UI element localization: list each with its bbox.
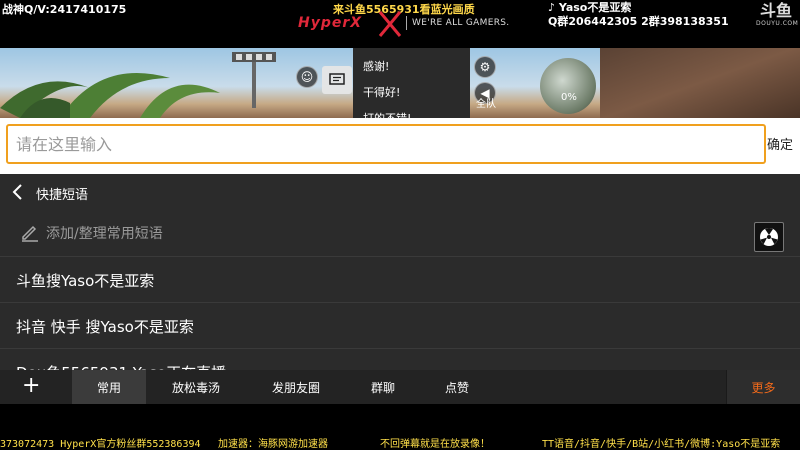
emoji-wheel-icon[interactable]: ☺	[296, 66, 318, 88]
confirm-button[interactable]: 确定	[767, 134, 793, 153]
ticker-item: 不回弹幕就是在放录像！	[380, 439, 490, 450]
message-input[interactable]	[6, 124, 766, 164]
popup-item-thanks[interactable]: 感谢!	[363, 58, 389, 74]
phrase-item[interactable]: 抖音 快手 搜Yaso不是亚索	[0, 302, 800, 348]
panel-title: 快捷短语	[36, 188, 89, 203]
tab-like[interactable]: 点赞	[430, 370, 484, 404]
phrase-category-tabs: + 常用 放松毒汤 发朋友圈 群聊 点赞 更多	[0, 370, 800, 404]
tiktok-icon: ♪	[548, 1, 556, 14]
popup-item-well-done[interactable]: 干得好!	[363, 84, 400, 100]
settings-icon[interactable]: ⚙	[474, 56, 496, 78]
message-input-bar: 确定	[0, 118, 800, 174]
qq-group-text: Q群206442305 2群398138351	[548, 15, 729, 28]
streamer-social-info: ♪ Yaso不是亚索 Q群206442305 2群398138351	[548, 1, 729, 29]
ticker-item: TT语音/抖音/快手/B站/小红书/微博:Yaso不是亚索	[542, 439, 781, 450]
more-button[interactable]: 更多	[726, 370, 800, 404]
panel-header: 快捷短语	[0, 174, 800, 210]
tab-moments[interactable]: 发朋友圈	[256, 370, 336, 404]
team-channel-label: 全队	[476, 99, 496, 110]
player-avatar-helmet	[540, 58, 596, 114]
logo-divider	[406, 16, 407, 30]
hyperx-x-mark-icon	[378, 11, 402, 37]
ticker-item: 加速器：海豚网游加速器	[218, 439, 328, 450]
douyu-logo-domain: DOUYU.COM	[756, 20, 799, 27]
chevron-left-icon[interactable]	[10, 183, 26, 201]
douyu-logo: 斗鱼 DOUYU.COM	[756, 1, 799, 28]
stream-overlay-top: 战神Q/V:2417410175 来斗鱼5565931看蓝光画质 HyperX …	[0, 0, 800, 48]
manage-phrases-label: 添加/整理常用短语	[46, 226, 163, 242]
phrase-item[interactable]: 斗鱼搜Yaso不是亚索	[0, 256, 800, 302]
quick-message-popup: 感谢! 干得好! 打的不错!	[353, 48, 470, 118]
hyperx-slogan: WE'RE ALL GAMERS.	[412, 18, 510, 28]
tiktok-account-text: ♪ Yaso不是亚索	[548, 1, 632, 14]
building-roof-background	[600, 48, 800, 118]
palm-trees-background	[0, 73, 220, 118]
streamer-contact-text: 战神Q/V:2417410175	[2, 3, 127, 16]
radiation-skill-button[interactable]	[754, 222, 784, 252]
stream-overlay-bottom: 373072473 HyperX官方粉丝群552386394 加速器：海豚网游加…	[0, 404, 800, 450]
edit-pencil-icon	[22, 225, 38, 242]
add-category-button[interactable]: +	[22, 373, 40, 399]
chat-bubble-icon	[329, 73, 345, 85]
light-tower-background	[232, 52, 276, 108]
phrase-text: 抖音 快手 搜Yaso不是亚索	[16, 318, 194, 336]
manage-phrases-row[interactable]: 添加/整理常用短语	[0, 210, 800, 256]
ticker-item: 373072473 HyperX官方粉丝群552386394	[0, 439, 201, 450]
phrase-text: 斗鱼搜Yaso不是亚索	[16, 272, 155, 290]
tab-relax[interactable]: 放松毒汤	[156, 370, 236, 404]
radiation-icon	[760, 228, 778, 246]
quick-chat-button[interactable]	[322, 66, 352, 94]
douyu-logo-text: 斗鱼	[759, 1, 792, 20]
progress-percent: 0%	[561, 92, 577, 103]
popup-item-nice-play[interactable]: 打的不错!	[363, 110, 411, 118]
tab-common[interactable]: 常用	[72, 370, 146, 404]
game-scene: ☺ 感谢! 干得好! 打的不错! ⚙ ◀ 全队 0%	[0, 48, 800, 118]
hyperx-logo: HyperX	[298, 15, 363, 31]
tab-group-chat[interactable]: 群聊	[356, 370, 410, 404]
